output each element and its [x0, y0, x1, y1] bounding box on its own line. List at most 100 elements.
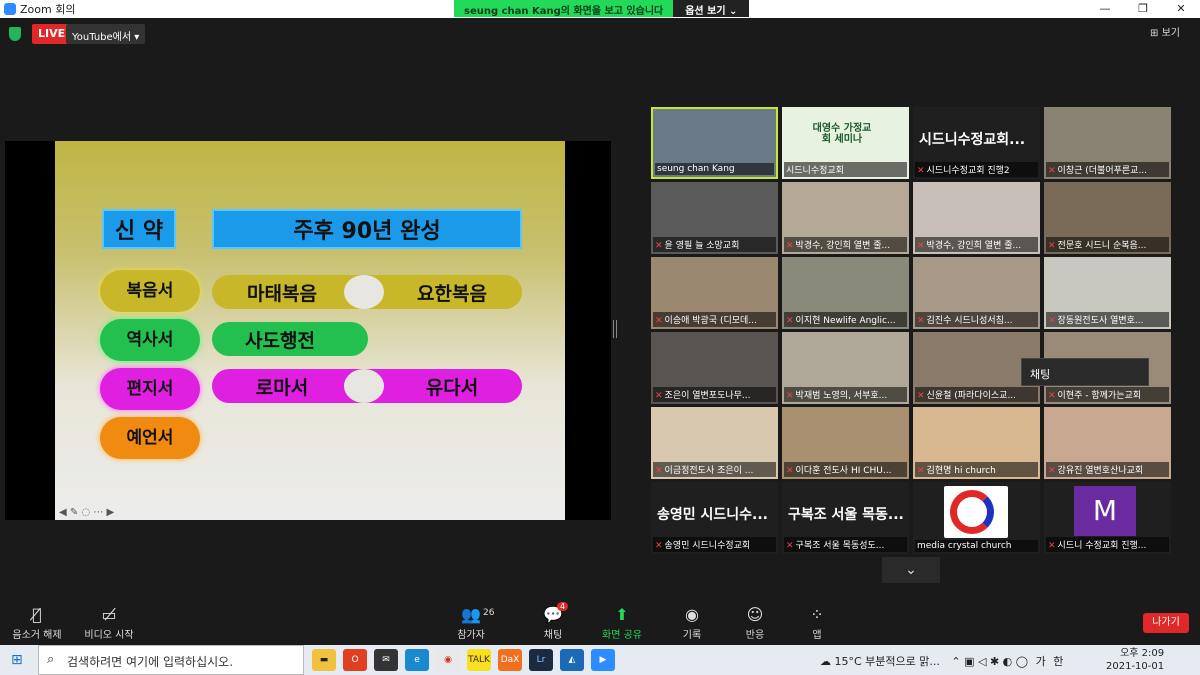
book-romans: 로마서 [255, 376, 309, 399]
gospels-bar: 마태복음 요한복음 [212, 275, 522, 309]
book-acts: 사도행전 [245, 329, 315, 352]
participant-tile[interactable]: seung chan Kang [651, 107, 778, 179]
dax-icon[interactable]: DaX [498, 649, 522, 671]
participant-big-name: 시드니수정교회... [919, 132, 1026, 148]
chat-label: 채팅 [543, 630, 563, 641]
participant-tile[interactable]: ✕ 윤 영필 늘 소망교회 [651, 182, 778, 254]
logo-ring [950, 490, 994, 534]
chevron-down-icon[interactable]: ⌄ [882, 557, 940, 583]
participant-name: ✕ 이지현 Newlife Anglic... [784, 312, 907, 327]
participant-tile[interactable]: ✕ 김현명 hi church [913, 407, 1040, 479]
participant-tile[interactable]: ✕ 박경수, 강인희 열변 줄... [782, 182, 909, 254]
participant-tile[interactable]: ✕ 이금정전도사 조은이 ... [651, 407, 778, 479]
participant-tile[interactable]: ✕ 이지현 Newlife Anglic... [782, 257, 909, 329]
app-icon[interactable]: ◭ [560, 649, 584, 671]
office-icon[interactable]: O [343, 649, 367, 671]
shared-screen: 신 약 주후 90년 완성 복음서 역사서 편지서 예언서 마태복음 요한복음 … [5, 141, 611, 520]
muted-mic-icon: ✕ [786, 241, 794, 251]
view-label: 보기 [1161, 28, 1180, 39]
chrome-icon[interactable]: ◉ [436, 649, 460, 671]
search-placeholder: 검색하려면 여기에 입력하십시오. [67, 655, 234, 669]
participant-tile[interactable]: M ✕ 시드니 수정교회 진행... [1044, 482, 1171, 554]
share-screen-icon: ⬆ [615, 605, 629, 624]
share-banner: seung chan Kang의 화면을 보고 있습니다 옵션 보기 ⌄ [454, 0, 750, 17]
clock-date: 2021-10-01 [1106, 661, 1165, 672]
book-jude: 유다서 [425, 376, 479, 399]
tile-poster-text: 대영수 가정교회 세미나 [812, 123, 872, 145]
view-button[interactable]: ⊞ 보기 [1150, 24, 1180, 39]
close-icon[interactable]: ✕ [1162, 0, 1200, 18]
participant-name: ✕ 장동원전도사 열변호... [1046, 312, 1169, 327]
reactions-label: 반응 [745, 630, 765, 641]
slide-header-right: 주후 90년 완성 [212, 209, 522, 249]
muted-mic-icon: ✕ [655, 241, 663, 251]
participants-button[interactable]: 👥 참가자 [436, 604, 506, 641]
participant-big-name: 송영민 시드니수... [657, 507, 768, 523]
letters-separator [344, 369, 384, 403]
record-button[interactable]: ◉ 기록 [657, 604, 727, 641]
apps-button[interactable]: ⁘ 앱 [782, 604, 852, 641]
start-video-button[interactable]: ▭̸ 비디오 시작 [74, 604, 144, 641]
language-indicator[interactable]: 한 [1053, 655, 1063, 668]
participant-tile[interactable]: ✕ 박경수, 강인희 열변 줄... [913, 182, 1040, 254]
participant-name: ✕ 이다훈 전도사 HI CHU... [784, 462, 907, 477]
file-explorer-icon[interactable]: ▬ [312, 649, 336, 671]
security-shield-icon[interactable] [9, 27, 21, 41]
muted-mic-icon: ✕ [1048, 391, 1056, 401]
participant-tile[interactable]: media crystal church [913, 482, 1040, 554]
participant-name: ✕ 시드니수정교회 진행2 [915, 162, 1038, 177]
participant-tile[interactable]: ✕ 박재범 노영의, 서부호... [782, 332, 909, 404]
participant-tile[interactable]: 시드니수정교회... ✕ 시드니수정교회 진행2 [913, 107, 1040, 179]
participant-tile[interactable]: ✕ 이창근 (더불어푸른교... [1044, 107, 1171, 179]
zoom-taskbar-icon[interactable]: ▶ [591, 649, 615, 671]
windows-start-icon[interactable]: ⊞ [11, 652, 23, 668]
mic-muted-icon: 🎙̸ [32, 605, 42, 624]
participant-name: media crystal church [915, 540, 1038, 552]
muted-mic-icon: ✕ [917, 316, 925, 326]
participants-count: 26 [483, 608, 495, 618]
mail-icon[interactable]: ✉ [374, 649, 398, 671]
chat-button[interactable]: 💬 채팅 [518, 604, 588, 641]
lightroom-icon[interactable]: Lr [529, 649, 553, 671]
participant-tile[interactable]: ✕ 이승애 박광국 (디모데... [651, 257, 778, 329]
leave-button[interactable]: 나가기 [1143, 613, 1189, 633]
participant-name: ✕ 윤 영필 늘 소망교회 [653, 237, 776, 252]
taskbar-search-input[interactable]: ⌕ 검색하려면 여기에 입력하십시오. [38, 645, 304, 675]
participant-tile[interactable]: 구복조 서울 목동... ✕ 구복조 서울 목동성도... [782, 482, 909, 554]
muted-mic-icon: ✕ [786, 316, 794, 326]
taskbar-clock[interactable]: 오후 2:09 2021-10-01 [1106, 647, 1164, 673]
muted-mic-icon: ✕ [655, 316, 663, 326]
participant-tile[interactable]: ✕ 장동원전도사 열변호... [1044, 257, 1171, 329]
weather-text[interactable]: 15°C 부분적으로 맑... [835, 655, 940, 668]
zoom-logo-icon [4, 3, 16, 15]
youtube-stream-button[interactable]: YouTube에서 ▾ [66, 24, 146, 44]
kakaotalk-icon[interactable]: TALK [467, 649, 491, 671]
tray-icons[interactable]: ⌃ ▣ ◁ ✱ ◐ ◯ [951, 655, 1028, 668]
system-tray: ☁ 15°C 부분적으로 맑... ⌃ ▣ ◁ ✱ ◐ ◯ 가 한 [820, 653, 1063, 669]
participant-name: ✕ 김현명 hi church [915, 462, 1038, 477]
options-button[interactable]: 옵션 보기 ⌄ [673, 0, 750, 17]
participant-tile[interactable]: 송영민 시드니수... ✕ 송영민 시드니수정교회 [651, 482, 778, 554]
slide-tools[interactable]: ◀ ✎ ◌ ⋯ ▶ [59, 507, 114, 518]
edge-icon[interactable]: e [405, 649, 429, 671]
share-screen-button[interactable]: ⬆ 화면 공유 [587, 604, 657, 641]
participant-tile[interactable]: ✕ 조은이 열변포도나무... [651, 332, 778, 404]
participant-name: 시드니수정교회 [784, 162, 907, 177]
participant-tile[interactable]: ✕ 전문호 시드니 순복음... [1044, 182, 1171, 254]
muted-mic-icon: ✕ [786, 541, 794, 551]
reactions-button[interactable]: ☺ 반응 [720, 604, 790, 641]
participant-name: ✕ 이승애 박광국 (디모데... [653, 312, 776, 327]
unmute-button[interactable]: 🎙̸ 음소거 해제 [2, 604, 72, 641]
participant-tile[interactable]: ✕ 강유진 열변호산나교회 [1044, 407, 1171, 479]
participant-tile[interactable]: 대영수 가정교회 세미나 시드니수정교회 [782, 107, 909, 179]
participant-tile[interactable]: ✕ 이다훈 전도사 HI CHU... [782, 407, 909, 479]
muted-mic-icon: ✕ [1048, 166, 1056, 176]
ime-indicator[interactable]: 가 [1036, 655, 1046, 668]
splitter-handle[interactable] [613, 320, 617, 338]
minimize-icon[interactable]: — [1086, 0, 1124, 18]
gospel-john: 요한복음 [417, 282, 487, 305]
muted-mic-icon: ✕ [917, 391, 925, 401]
participant-name: ✕ 이현주 - 함께가는교회 [1046, 387, 1169, 402]
maximize-icon[interactable]: ❐ [1124, 0, 1162, 18]
participant-tile[interactable]: ✕ 김진수 시드니성서침... [913, 257, 1040, 329]
